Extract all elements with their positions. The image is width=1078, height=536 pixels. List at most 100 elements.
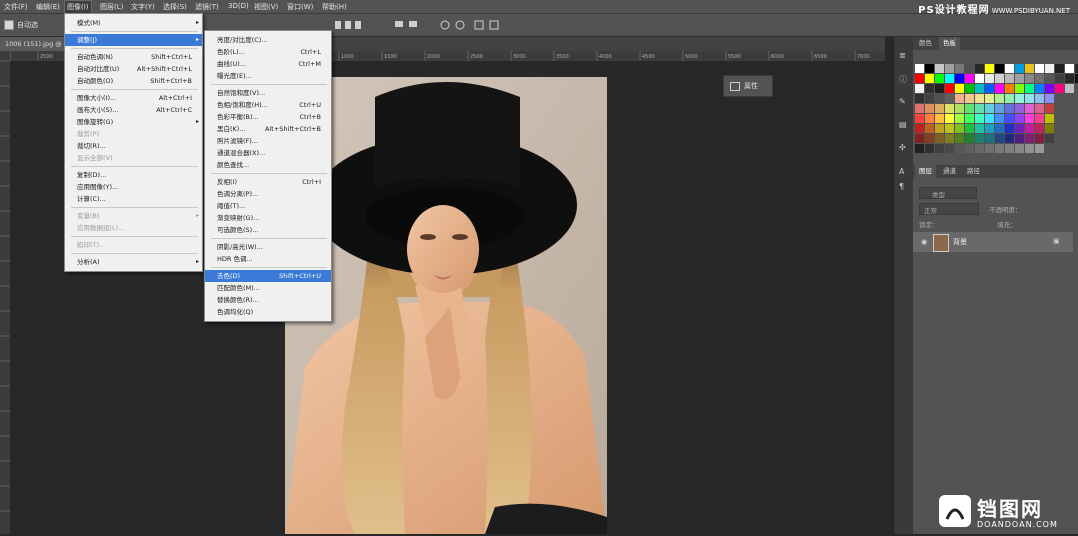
color-swatch[interactable]	[965, 124, 974, 133]
color-swatch[interactable]	[1005, 84, 1014, 93]
adjust-menu-item[interactable]: 色调均化(Q)	[205, 306, 331, 318]
color-swatch[interactable]	[945, 74, 954, 83]
color-swatch[interactable]	[955, 84, 964, 93]
color-swatch[interactable]	[935, 94, 944, 103]
adjust-menu-item[interactable]: 颜色查找...	[205, 159, 331, 171]
image-menu-item[interactable]: 图像旋转(G) ▸	[65, 116, 202, 128]
color-swatch[interactable]	[915, 124, 924, 133]
color-swatch[interactable]	[1025, 144, 1034, 153]
color-swatch[interactable]	[985, 144, 994, 153]
color-swatch[interactable]	[955, 94, 964, 103]
align-tools[interactable]	[335, 18, 855, 32]
color-swatch[interactable]	[1055, 84, 1064, 93]
color-swatch[interactable]	[965, 94, 974, 103]
color-swatch[interactable]	[985, 124, 994, 133]
color-swatch[interactable]	[925, 134, 934, 143]
color-swatch[interactable]	[945, 94, 954, 103]
color-swatch[interactable]	[915, 134, 924, 143]
color-swatch[interactable]	[1045, 104, 1054, 113]
color-swatch[interactable]	[925, 64, 934, 73]
color-swatch[interactable]	[945, 104, 954, 113]
color-swatch[interactable]	[1035, 64, 1044, 73]
color-swatch[interactable]	[1025, 64, 1034, 73]
color-swatch[interactable]	[1025, 84, 1034, 93]
color-swatch[interactable]	[915, 64, 924, 73]
color-swatch[interactable]	[1035, 104, 1044, 113]
color-swatch[interactable]	[955, 134, 964, 143]
color-swatch[interactable]	[935, 144, 944, 153]
image-menu-item[interactable]: 分析(A) ▸	[65, 256, 202, 268]
adjust-menu-item[interactable]: 自然饱和度(V)...	[205, 87, 331, 99]
color-swatch[interactable]	[915, 144, 924, 153]
info-icon[interactable]: ⓘ	[899, 74, 907, 85]
color-swatch[interactable]	[925, 74, 934, 83]
color-swatch[interactable]	[915, 74, 924, 83]
color-swatch[interactable]	[945, 84, 954, 93]
color-swatch[interactable]	[915, 114, 924, 123]
color-swatch[interactable]	[1005, 104, 1014, 113]
image-menu-item[interactable]: 模式(M) ▸	[65, 17, 202, 29]
color-swatch[interactable]	[925, 124, 934, 133]
color-swatch[interactable]	[995, 74, 1004, 83]
properties-panel-button[interactable]: 属性	[723, 75, 773, 97]
color-swatch[interactable]	[1015, 134, 1024, 143]
color-swatch[interactable]	[985, 74, 994, 83]
color-swatch[interactable]	[1025, 114, 1034, 123]
color-swatch[interactable]	[1015, 64, 1024, 73]
color-swatch[interactable]	[995, 94, 1004, 103]
color-swatch[interactable]	[975, 114, 984, 123]
color-swatch[interactable]	[1025, 74, 1034, 83]
color-swatch[interactable]	[985, 134, 994, 143]
color-swatch[interactable]	[995, 134, 1004, 143]
color-swatch[interactable]	[1015, 74, 1024, 83]
adjust-menu-item[interactable]: 曝光度(E)...	[205, 70, 331, 82]
image-menu-item[interactable]: 自动颜色(O) Shift+Ctrl+B	[65, 75, 202, 87]
tab-color[interactable]: 颜色	[915, 37, 936, 50]
photo-canvas[interactable]	[285, 77, 607, 534]
color-swatch[interactable]	[1055, 74, 1064, 83]
color-swatch[interactable]	[1045, 64, 1054, 73]
color-swatch[interactable]	[1005, 144, 1014, 153]
color-swatch[interactable]	[1005, 134, 1014, 143]
adjust-menu-item[interactable]: 阈值(T)...	[205, 200, 331, 212]
color-swatch[interactable]	[945, 64, 954, 73]
color-swatch[interactable]	[1015, 144, 1024, 153]
color-swatch[interactable]	[935, 74, 944, 83]
color-swatch[interactable]	[945, 134, 954, 143]
menu-type[interactable]: 文字(Y)	[131, 2, 155, 12]
color-swatch[interactable]	[925, 114, 934, 123]
menu-edit[interactable]: 编辑(E)	[36, 2, 60, 12]
color-swatch[interactable]	[1065, 84, 1074, 93]
color-swatch[interactable]	[1035, 134, 1044, 143]
color-swatch[interactable]	[965, 134, 974, 143]
menu-help[interactable]: 帮助(H)	[322, 2, 347, 12]
color-swatch[interactable]	[985, 84, 994, 93]
color-swatch[interactable]	[1005, 124, 1014, 133]
color-swatch[interactable]	[1045, 124, 1054, 133]
color-swatch[interactable]	[925, 104, 934, 113]
color-swatch[interactable]	[1035, 114, 1044, 123]
adjust-menu-item[interactable]: 渐变映射(G)...	[205, 212, 331, 224]
menu-image[interactable]: 图像(I)	[64, 0, 92, 14]
color-swatch[interactable]	[995, 104, 1004, 113]
character-icon[interactable]: A	[899, 167, 904, 176]
color-swatch[interactable]	[1025, 94, 1034, 103]
color-swatch[interactable]	[935, 64, 944, 73]
color-swatch[interactable]	[1035, 94, 1044, 103]
color-swatch[interactable]	[995, 144, 1004, 153]
menu-3d[interactable]: 3D(D)	[228, 2, 249, 10]
color-swatch[interactable]	[965, 114, 974, 123]
adjust-menu-item[interactable]: 色相/饱和度(H)... Ctrl+U	[205, 99, 331, 111]
image-menu-item[interactable]: 裁切(R)...	[65, 140, 202, 152]
image-menu-item[interactable]: 画布大小(S)... Alt+Ctrl+C	[65, 104, 202, 116]
tab-layers[interactable]: 图层	[915, 165, 936, 178]
menu-file[interactable]: 文件(F)	[4, 2, 28, 12]
color-swatch[interactable]	[1065, 64, 1074, 73]
document-tab[interactable]: 1006 (151).jpg @	[0, 37, 68, 51]
color-swatch[interactable]	[1015, 84, 1024, 93]
color-swatch[interactable]	[1065, 74, 1074, 83]
color-swatch[interactable]	[965, 84, 974, 93]
color-swatch[interactable]	[935, 84, 944, 93]
adjust-menu-item[interactable]: 色调分离(P)...	[205, 188, 331, 200]
color-swatch[interactable]	[935, 124, 944, 133]
